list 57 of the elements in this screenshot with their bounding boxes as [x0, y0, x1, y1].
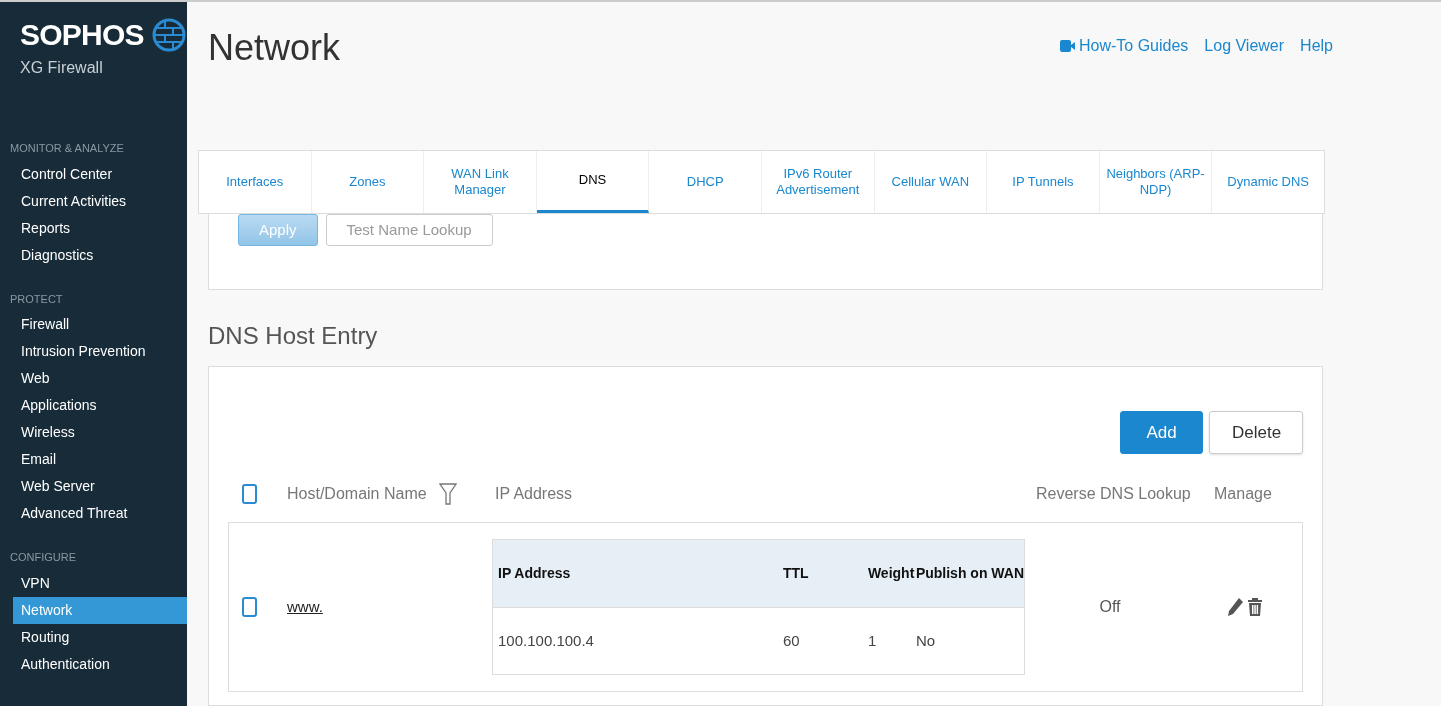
- add-button[interactable]: Add: [1120, 411, 1203, 454]
- sidebar-section-title: MONITOR & ANALYZE: [9, 141, 125, 156]
- sidebar-item[interactable]: Reports: [13, 214, 187, 242]
- sidebar-item[interactable]: Web Server: [13, 473, 187, 500]
- sidebar-item[interactable]: Web: [13, 365, 187, 392]
- page-title: Network: [208, 30, 341, 66]
- table-cell-text: Off: [1099, 597, 1121, 617]
- section-title: DNS Host Entry: [208, 321, 379, 351]
- table-cell: 100.100.100.4: [498, 631, 594, 649]
- tab[interactable]: IP Tunnels: [987, 151, 1100, 213]
- sidebar-item[interactable]: Diagnostics: [13, 241, 187, 269]
- header-link[interactable]: Help: [1300, 34, 1333, 58]
- tab[interactable]: IPv6 Router Advertisement: [761, 151, 875, 213]
- column-header: Reverse DNS Lookup: [1036, 485, 1191, 502]
- sidebar-item[interactable]: Intrusion Prevention: [13, 338, 187, 365]
- edit-icon[interactable]: [1228, 597, 1244, 617]
- tab[interactable]: WAN Link Manager: [424, 151, 537, 213]
- sidebar-item[interactable]: Firewall: [13, 311, 187, 338]
- table-cell: 60: [783, 631, 800, 649]
- host-link[interactable]: www.: [287, 598, 323, 615]
- sidebar-item[interactable]: Email: [13, 446, 187, 473]
- table-cell: 1: [868, 631, 877, 649]
- video-camera-icon: [1059, 40, 1075, 52]
- header-link[interactable]: Log Viewer: [1204, 34, 1285, 58]
- sidebar-item[interactable]: Current Activities: [13, 187, 187, 215]
- column-header: Manage: [1214, 485, 1272, 502]
- header-link[interactable]: How-To Guides: [1059, 34, 1189, 58]
- column-header: Host/Domain Name: [287, 484, 427, 504]
- sidebar-item[interactable]: Control Center: [13, 160, 187, 188]
- brand-name: SOPHOS: [20, 20, 144, 50]
- column-header: IP Address: [495, 485, 573, 502]
- subtable-header: TTL: [782, 565, 809, 581]
- sidebar-item[interactable]: VPN: [13, 569, 187, 597]
- subtable-header: Weight: [867, 565, 915, 581]
- sidebar-item[interactable]: Wireless: [13, 419, 187, 446]
- checkbox[interactable]: [242, 484, 257, 504]
- subtable-header: IP Address: [498, 565, 571, 581]
- checkbox[interactable]: [242, 597, 257, 617]
- sidebar-item[interactable]: Applications: [13, 392, 187, 419]
- product-name: XG Firewall: [20, 58, 104, 78]
- sidebar-item[interactable]: Authentication: [13, 650, 187, 678]
- tab[interactable]: Cellular WAN: [874, 151, 988, 213]
- sidebar-item[interactable]: Advanced Threat: [13, 500, 187, 527]
- sidebar-section-title: CONFIGURE: [9, 550, 77, 565]
- table-cell: No: [916, 631, 936, 649]
- sidebar-item[interactable]: Routing: [13, 623, 187, 651]
- delete-icon[interactable]: [1248, 597, 1262, 617]
- globe-logo-icon: [151, 18, 186, 52]
- tab[interactable]: Interfaces: [199, 151, 312, 213]
- delete-button[interactable]: Delete: [1209, 411, 1303, 454]
- subtable-header: Publish on WAN: [915, 565, 1024, 581]
- filter-icon[interactable]: [438, 483, 457, 505]
- tab[interactable]: Zones: [311, 151, 425, 213]
- tab[interactable]: Dynamic DNS: [1212, 151, 1324, 213]
- tab[interactable]: Neighbors (ARP-NDP): [1099, 151, 1213, 213]
- sidebar-section-title: PROTECT: [9, 291, 64, 307]
- tab[interactable]: DHCP: [649, 151, 762, 213]
